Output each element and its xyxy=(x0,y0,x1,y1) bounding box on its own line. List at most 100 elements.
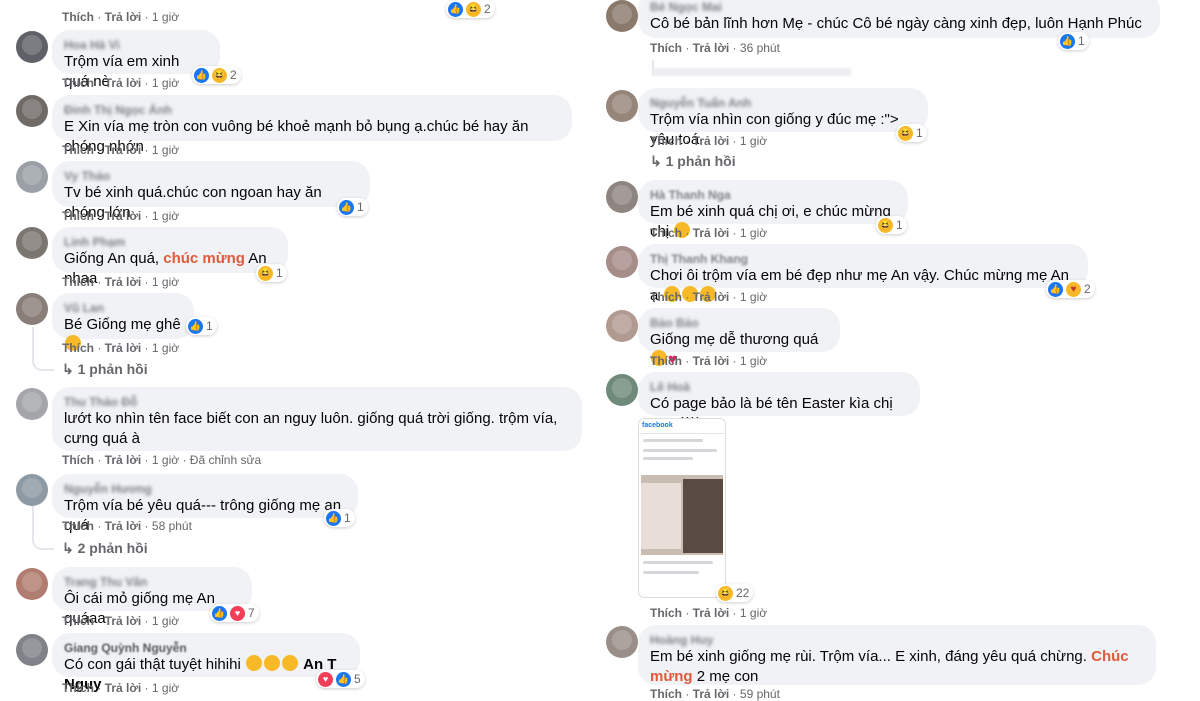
reaction-summary[interactable]: 👍 1 xyxy=(186,317,217,335)
commenter-name[interactable]: Lê Hoà xyxy=(650,380,908,394)
like-action[interactable]: Thích xyxy=(650,226,682,240)
avatar[interactable] xyxy=(16,388,48,420)
commenter-name[interactable]: Hoàng Huy xyxy=(650,633,1144,647)
reply-action[interactable]: Trả lời xyxy=(693,687,730,701)
reaction-summary[interactable]: 👍 ♥ 7 xyxy=(210,604,259,622)
reply-action[interactable]: Trả lời xyxy=(105,519,142,533)
reply-action[interactable]: Trả lời xyxy=(105,209,142,223)
comment-bubble: Hoàng Huy Em bé xinh giống mẹ rùi. Trộm … xyxy=(638,625,1156,685)
reply-action[interactable]: Trả lời xyxy=(105,341,142,355)
avatar[interactable] xyxy=(16,293,48,325)
reaction-summary[interactable]: ♥ 👍 5 xyxy=(316,670,365,688)
avatar[interactable] xyxy=(16,568,48,600)
commenter-name[interactable]: Trang Thu Vân xyxy=(64,575,240,589)
screenshot-text-line xyxy=(643,561,713,564)
reply-action[interactable]: Trả lời xyxy=(693,606,730,620)
reply-action[interactable]: Trả lời xyxy=(105,76,142,90)
view-replies-link[interactable]: ↳ 1 phản hồi xyxy=(62,361,148,378)
reply-action[interactable]: Trả lời xyxy=(693,41,730,55)
like-action[interactable]: Thích xyxy=(650,354,682,368)
reaction-summary[interactable]: 😆 1 xyxy=(876,216,907,234)
reaction-summary[interactable]: 👍 1 xyxy=(337,198,368,216)
reaction-summary[interactable]: 😆 1 xyxy=(256,264,287,282)
avatar[interactable] xyxy=(16,634,48,666)
comment-text-part: Em bé xinh giống mẹ rùi. Trộm vía... E x… xyxy=(650,648,1092,665)
screenshot-text-line xyxy=(643,439,703,442)
haha-reaction-icon: 😆 xyxy=(898,125,913,141)
like-action[interactable]: Thích xyxy=(650,687,682,701)
commenter-name[interactable]: Hoa Hà Vi xyxy=(64,38,208,52)
commenter-name[interactable]: Giang Quỳnh Nguyễn xyxy=(64,641,348,655)
timestamp: 1 giờ xyxy=(151,143,180,157)
reply-action[interactable]: Trả lời xyxy=(105,681,142,695)
comment-actions: Thích · Trả lời · 1 giờ xyxy=(62,209,180,223)
avatar[interactable] xyxy=(606,374,638,406)
reply-action[interactable]: Trả lời xyxy=(693,226,730,240)
commenter-name[interactable]: Thị Thanh Khang xyxy=(650,252,1076,266)
avatar[interactable] xyxy=(16,95,48,127)
comment-actions: Thích · Trả lời · 59 phút xyxy=(650,687,780,701)
reaction-count: 5 xyxy=(354,672,361,686)
like-action[interactable]: Thích xyxy=(62,76,94,90)
reply-action[interactable]: Trả lời xyxy=(105,10,142,24)
like-action[interactable]: Thích xyxy=(62,143,94,157)
commenter-name[interactable]: Nguyễn Tuấn Anh xyxy=(650,96,916,110)
like-action[interactable]: Thích xyxy=(62,681,94,695)
avatar[interactable] xyxy=(16,161,48,193)
like-action[interactable]: Thích xyxy=(650,41,682,55)
avatar[interactable] xyxy=(606,246,638,278)
like-action[interactable]: Thích xyxy=(62,519,94,533)
avatar[interactable] xyxy=(16,31,48,63)
reaction-summary[interactable]: 😆 22 xyxy=(716,584,754,602)
commenter-name[interactable]: Bảo Bảo xyxy=(650,316,828,330)
view-replies-link[interactable]: ↳ 2 phản hồi xyxy=(62,540,148,557)
avatar[interactable] xyxy=(16,227,48,259)
avatar[interactable] xyxy=(606,90,638,122)
commenter-name[interactable]: Vũ Lan xyxy=(64,301,182,315)
reaction-summary[interactable]: 👍 ♥ 2 xyxy=(1046,280,1095,298)
reaction-count: 1 xyxy=(344,511,351,525)
commenter-name[interactable]: Đinh Thị Ngọc Ánh xyxy=(64,103,560,117)
reply-action[interactable]: Trả lời xyxy=(693,134,730,148)
like-reaction-icon: 👍 xyxy=(188,318,203,334)
commenter-name[interactable]: Nguyễn Hương xyxy=(64,482,346,496)
avatar[interactable] xyxy=(606,0,638,32)
comment-bubble: Thị Thanh Khang Chơi ôi trộm vía em bé đ… xyxy=(638,244,1088,304)
commenter-name[interactable]: Vy Thảo xyxy=(64,169,358,183)
reaction-summary[interactable]: 👍 1 xyxy=(324,509,355,527)
avatar[interactable] xyxy=(606,626,638,658)
like-action[interactable]: Thích xyxy=(62,10,94,24)
commenter-name[interactable]: Thu Thảo Đỗ xyxy=(64,395,570,409)
reply-action[interactable]: Trả lời xyxy=(105,614,142,628)
reply-action[interactable]: Trả lời xyxy=(105,453,142,467)
like-action[interactable]: Thích xyxy=(62,341,94,355)
like-action[interactable]: Thích xyxy=(62,209,94,223)
avatar[interactable] xyxy=(606,310,638,342)
like-action[interactable]: Thích xyxy=(650,290,682,304)
like-action[interactable]: Thích xyxy=(62,453,94,467)
avatar[interactable] xyxy=(606,181,638,213)
avatar[interactable] xyxy=(16,474,48,506)
reply-action[interactable]: Trả lời xyxy=(105,143,142,157)
like-action[interactable]: Thích xyxy=(650,134,682,148)
timestamp: 1 giờ xyxy=(151,341,180,355)
comment-actions: Thích · Trả lời · 1 giờ xyxy=(62,76,180,90)
attached-screenshot-image[interactable]: facebook xyxy=(638,418,726,598)
like-action[interactable]: Thích xyxy=(62,275,94,289)
commenter-name[interactable]: Hà Thanh Nga xyxy=(650,188,896,202)
view-replies-link[interactable]: ↳ 1 phản hồi xyxy=(650,153,736,170)
reaction-summary[interactable]: 👍 1 xyxy=(1058,32,1089,50)
like-action[interactable]: Thích xyxy=(62,614,94,628)
reply-thread-line xyxy=(32,327,54,371)
like-action[interactable]: Thích xyxy=(650,606,682,620)
commenter-name[interactable]: Bé Ngọc Mai xyxy=(650,0,1148,14)
timestamp: 1 giờ xyxy=(151,614,180,628)
reply-action[interactable]: Trả lời xyxy=(693,354,730,368)
reaction-summary[interactable]: 😆 1 xyxy=(896,124,927,142)
reaction-summary[interactable]: 👍 😆 2 xyxy=(192,66,241,84)
commenter-name[interactable]: Linh Phạm xyxy=(64,235,276,249)
reply-action[interactable]: Trả lời xyxy=(693,290,730,304)
reaction-summary[interactable]: 👍 😆 2 xyxy=(446,0,495,18)
comment-text: Cô bé bản lĩnh hơn Mẹ - chúc Cô bé ngày … xyxy=(650,15,1142,32)
reply-action[interactable]: Trả lời xyxy=(105,275,142,289)
